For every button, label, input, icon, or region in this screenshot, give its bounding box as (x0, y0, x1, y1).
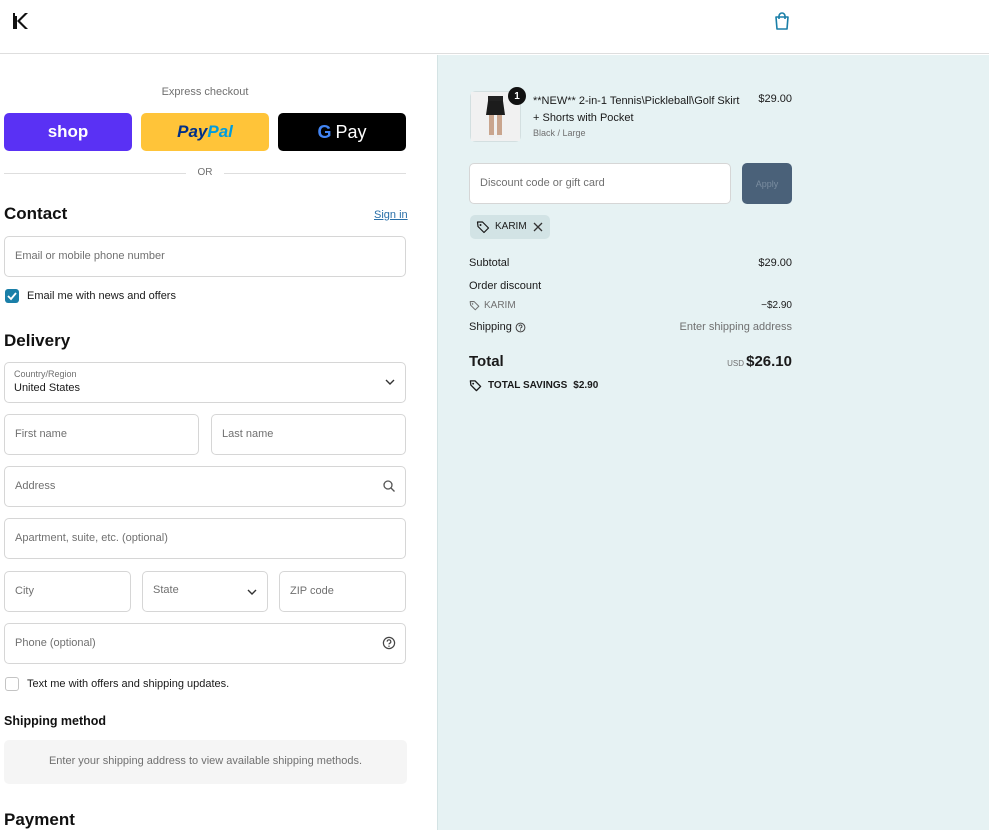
phone-field[interactable]: Phone (optional) (4, 623, 406, 664)
chevron-down-icon (247, 589, 257, 595)
apartment-placeholder: Apartment, suite, etc. (optional) (15, 532, 168, 544)
paypal-label-b: Pal (207, 122, 233, 141)
apartment-field[interactable]: Apartment, suite, etc. (optional) (4, 518, 406, 559)
contact-title: Contact (4, 204, 68, 223)
state-placeholder: State (153, 584, 179, 596)
country-value: United States (14, 382, 81, 394)
address-placeholder: Address (15, 480, 56, 492)
savings-label: TOTAL SAVINGS (488, 380, 568, 391)
first-name-field[interactable]: First name (4, 414, 199, 455)
shop-pay-button[interactable]: shop (4, 113, 132, 151)
phone-placeholder: Phone (optional) (15, 637, 96, 649)
product-name: **NEW** 2-in-1 Tennis\Pickleball\Golf Sk… (533, 95, 740, 124)
shopping-bag-icon[interactable] (772, 11, 792, 31)
payment-title: Payment (4, 810, 75, 829)
product-variant: Black / Large (533, 128, 586, 138)
subtotal-label: Subtotal (469, 257, 510, 269)
sms-checkbox-label: Text me with offers and shipping updates… (27, 678, 230, 690)
zip-placeholder: ZIP code (290, 585, 334, 597)
shop-pay-label: shop (47, 122, 89, 141)
product-price: $29.00 (758, 93, 792, 105)
or-divider: OR (4, 167, 406, 181)
country-label: Country/Region (14, 369, 77, 379)
discount-placeholder: Discount code or gift card (480, 177, 605, 189)
paypal-button[interactable]: Pay Pal (141, 113, 269, 151)
shipping-method-title: Shipping method (4, 714, 107, 728)
discount-code-field[interactable]: Discount code or gift card (469, 163, 731, 204)
total-savings: TOTAL SAVINGS $2.90 (469, 379, 598, 392)
delivery-title: Delivery (4, 331, 71, 350)
help-circle-icon[interactable] (515, 322, 526, 333)
shipping-method-message: Enter your shipping address to view avai… (48, 755, 363, 767)
apply-discount-button[interactable]: Apply (742, 163, 792, 204)
zip-field[interactable]: ZIP code (279, 571, 406, 612)
applied-discount-code: KARIM (495, 221, 527, 232)
email-field[interactable]: Email or mobile phone number (4, 236, 406, 277)
quantity-badge: 1 (508, 87, 526, 105)
applied-discount-chip: KARIM (470, 215, 550, 239)
tag-icon (476, 221, 490, 234)
tag-icon (469, 301, 480, 311)
express-checkout-title: Express checkout (161, 86, 249, 98)
state-select[interactable]: State (142, 571, 268, 612)
order-discount-label: Order discount (469, 280, 542, 292)
header (0, 0, 989, 54)
google-pay-button[interactable]: G Pay (278, 113, 406, 151)
shipping-value: Enter shipping address (679, 321, 792, 333)
city-placeholder: City (15, 585, 34, 597)
paypal-label-a: Pay (177, 122, 208, 141)
remove-discount-icon[interactable] (532, 221, 544, 233)
last-name-field[interactable]: Last name (211, 414, 406, 455)
shipping-label: Shipping (469, 321, 512, 333)
order-summary: 1 **NEW** 2-in-1 Tennis\Pickleball\Golf … (437, 55, 989, 830)
total-value: $26.10 (746, 353, 792, 370)
total-label: Total (469, 353, 504, 370)
checkmark-icon (7, 292, 17, 301)
country-select[interactable]: Country/Region United States (4, 362, 406, 403)
brand-logo-icon[interactable] (12, 12, 28, 30)
shipping-method-box: Enter your shipping address to view avai… (4, 740, 407, 784)
google-pay-label: Pay (335, 121, 367, 142)
news-checkbox-label: Email me with news and offers (27, 290, 176, 302)
help-circle-icon[interactable] (382, 636, 396, 650)
address-field[interactable]: Address (4, 466, 406, 507)
or-text: OR (197, 167, 213, 178)
chevron-down-icon (385, 379, 395, 385)
last-name-placeholder: Last name (222, 428, 274, 440)
email-placeholder: Email or mobile phone number (15, 250, 165, 262)
savings-value: $2.90 (573, 380, 599, 391)
search-icon[interactable] (382, 479, 396, 493)
discount-code-label: KARIM (484, 300, 516, 311)
subtotal-value: $29.00 (758, 257, 792, 269)
city-field[interactable]: City (4, 571, 131, 612)
discount-value: −$2.90 (761, 300, 792, 311)
news-checkbox[interactable] (5, 289, 19, 303)
google-g-icon: G (317, 121, 332, 142)
sign-in-link[interactable]: Sign in (374, 209, 408, 221)
first-name-placeholder: First name (15, 428, 67, 440)
sms-checkbox[interactable] (5, 677, 19, 691)
tag-icon (469, 380, 482, 392)
checkout-form: Express checkout shop Pay Pal G Pay OR Co… (0, 55, 437, 830)
